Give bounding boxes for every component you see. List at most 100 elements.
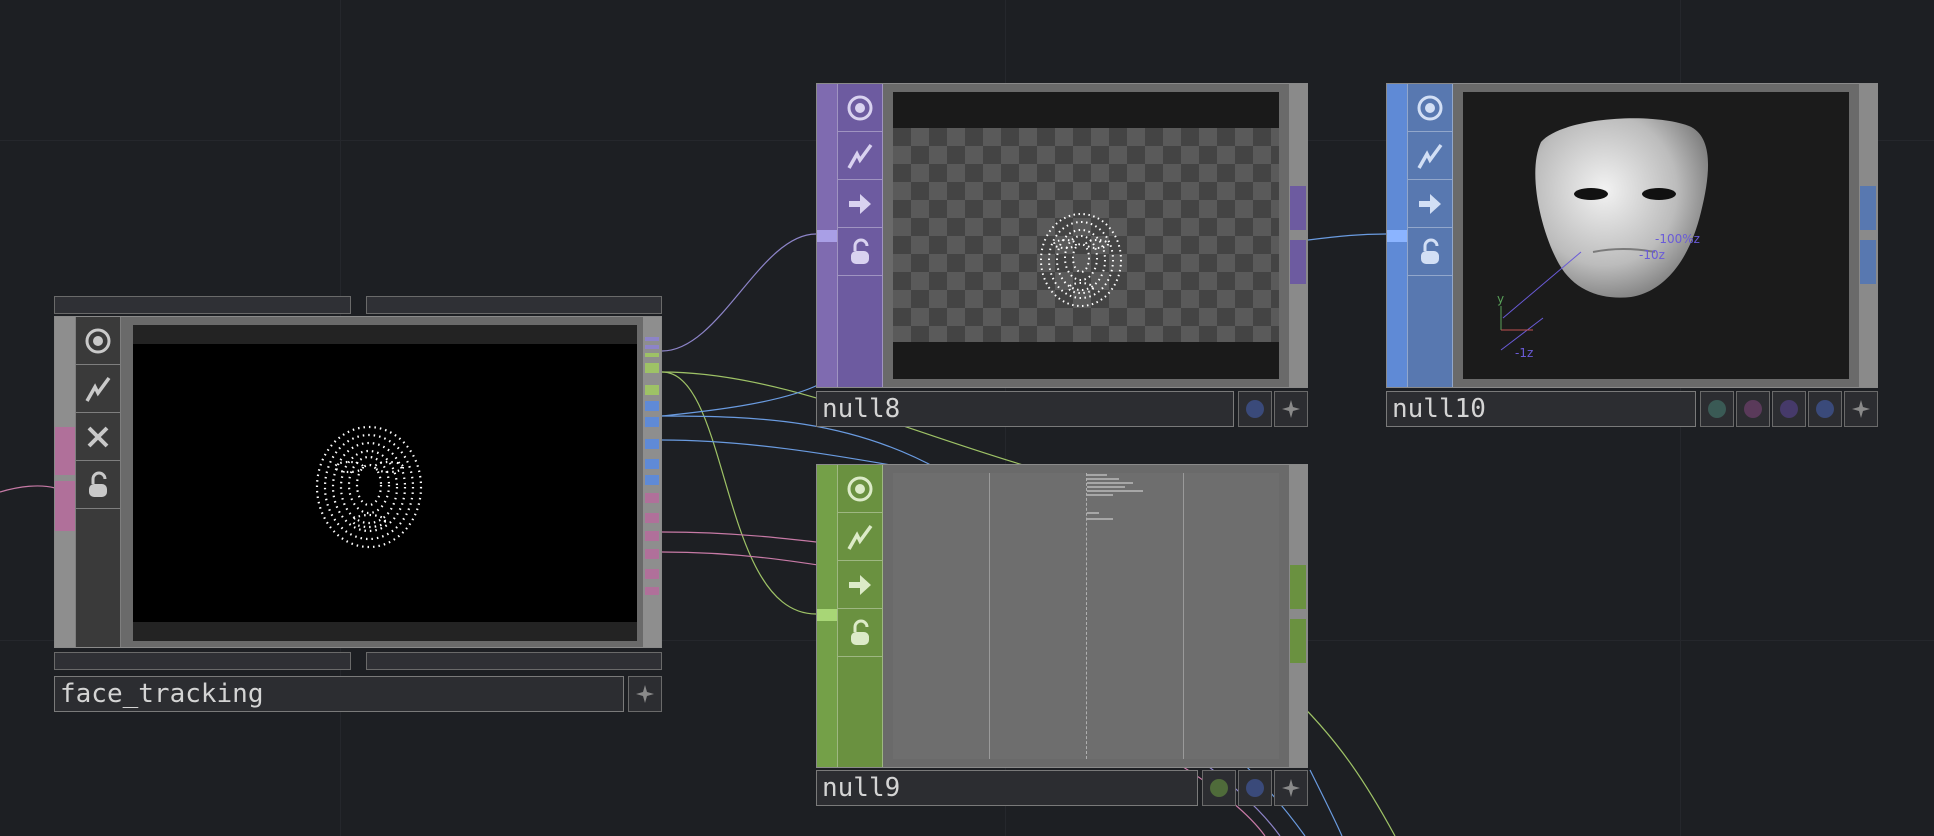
output-connector-bar[interactable] [1289,465,1307,767]
axis-y-label: y [1497,292,1505,306]
operator-name[interactable]: face_tracking [54,676,624,712]
bypass-icon [1417,143,1443,169]
bypass-flag[interactable] [838,132,882,180]
bypass-icon [847,524,873,550]
operator-null10[interactable]: y -1z -100%z -10z null10 [1386,83,1878,427]
operator-face-tracking[interactable]: face_tracking [54,296,662,712]
lock-flag[interactable] [1408,228,1452,276]
mesh-label-a: -100%z [1655,232,1700,246]
output-connector-bar[interactable] [643,317,661,647]
input-connector-2[interactable] [55,481,75,531]
wire-face-to-null9 [661,371,817,615]
color-button-teal[interactable] [1700,391,1734,427]
color-dot-icon [1708,400,1726,418]
viewer-flag[interactable] [838,84,882,132]
input-connector[interactable] [1387,230,1407,242]
viewer-face-mesh[interactable]: y -1z -100%z -10z [1463,92,1849,379]
display-flag[interactable] [838,561,882,609]
bottom-tab-left[interactable] [54,652,351,670]
lock-flag[interactable] [76,461,120,509]
display-flag[interactable] [838,180,882,228]
viewer-flag[interactable] [76,317,120,365]
flag-column [837,84,883,387]
operator-body[interactable] [816,83,1308,388]
input-connector[interactable] [817,230,837,242]
axis-z-label: -1z [1515,346,1534,360]
bypass-flag[interactable] [838,513,882,561]
color-dot-icon [1780,400,1798,418]
wire-input-left [0,485,56,493]
lock-flag[interactable] [838,609,882,657]
color-button-magenta[interactable] [1736,391,1770,427]
color-dot-icon [1210,779,1228,797]
output-connector-bar[interactable] [1859,84,1877,387]
bottom-tab-right[interactable] [366,652,662,670]
input-connector-1[interactable] [55,427,75,475]
color-button-blue[interactable] [1808,391,1842,427]
pin-button[interactable] [628,676,662,712]
lock-icon [89,471,107,497]
color-dot-icon [1744,400,1762,418]
operator-name[interactable]: null9 [816,770,1198,806]
color-dot-icon [1246,779,1264,797]
viewer-icon [1417,95,1443,120]
flag-column [75,317,121,647]
bypass-icon [85,376,111,402]
color-button[interactable] [1238,391,1272,427]
operator-body[interactable] [816,464,1308,768]
color-button-green[interactable] [1202,770,1236,806]
output-connector-bar[interactable] [1289,84,1307,387]
display-icon [1419,193,1441,214]
bypass-flag[interactable] [76,365,120,413]
bypass-flag[interactable] [1408,132,1452,180]
close-flag[interactable] [76,413,120,461]
wire-null9-out-e [1309,769,1343,836]
pin-icon [1282,779,1300,797]
color-button-purple[interactable] [1772,391,1806,427]
lock-icon [1421,238,1439,264]
pin-button[interactable] [1274,770,1308,806]
pin-button[interactable] [1844,391,1878,427]
channel-text-lines [1087,474,1143,520]
face-point-cloud [315,425,423,549]
top-tab-right[interactable] [366,296,662,314]
display-icon [849,574,871,595]
viewer-transparent-points[interactable] [893,92,1279,379]
viewer-flag[interactable] [838,465,882,513]
viewer-icon [85,328,111,353]
color-dot-icon [1816,400,1834,418]
lock-icon [851,619,869,645]
pin-button[interactable] [1274,391,1308,427]
operator-name[interactable]: null8 [816,391,1234,427]
viewer-face-points[interactable] [133,325,637,641]
display-icon [849,193,871,214]
flag-column [837,465,883,767]
viewer-icon [847,476,873,501]
pin-icon [636,685,654,703]
wire-face-blue-c [661,383,821,417]
pin-icon [1852,400,1870,418]
operator-body[interactable]: y -1z -100%z -10z [1386,83,1878,388]
lock-flag[interactable] [838,228,882,276]
wire-null8-to-null10 [1307,233,1387,241]
face-point-cloud [1040,213,1122,307]
display-flag[interactable] [1408,180,1452,228]
bypass-icon [847,143,873,169]
viewer-flag[interactable] [1408,84,1452,132]
operator-body[interactable] [54,316,662,648]
operator-name[interactable]: null10 [1386,391,1696,427]
lock-icon [851,238,869,264]
wire-face-to-null8 [661,233,817,352]
close-icon [87,426,109,447]
color-dot-icon [1246,400,1264,418]
operator-null8[interactable]: null8 [816,83,1308,427]
pin-icon [1282,400,1300,418]
color-button-blue[interactable] [1238,770,1272,806]
viewer-channel-data[interactable] [893,473,1279,759]
operator-null9[interactable]: null9 [816,464,1308,806]
mesh-label-b: -10z [1639,248,1665,262]
input-connector[interactable] [817,609,837,621]
flag-column [1407,84,1453,387]
viewer-icon [847,95,873,120]
top-tab-left[interactable] [54,296,351,314]
